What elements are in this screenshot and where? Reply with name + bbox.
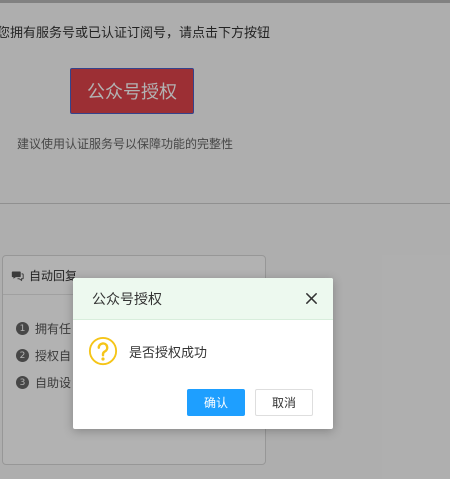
question-icon bbox=[88, 336, 118, 366]
auth-confirm-dialog: 公众号授权 是否授权成功 确认 取消 bbox=[73, 278, 333, 429]
cancel-button[interactable]: 取消 bbox=[255, 389, 313, 416]
dialog-body: 是否授权成功 bbox=[88, 336, 207, 366]
close-icon[interactable] bbox=[304, 291, 319, 306]
dialog-header: 公众号授权 bbox=[73, 278, 333, 320]
dialog-message: 是否授权成功 bbox=[129, 345, 208, 361]
dialog-title: 公众号授权 bbox=[92, 291, 162, 308]
confirm-button[interactable]: 确认 bbox=[187, 389, 245, 416]
